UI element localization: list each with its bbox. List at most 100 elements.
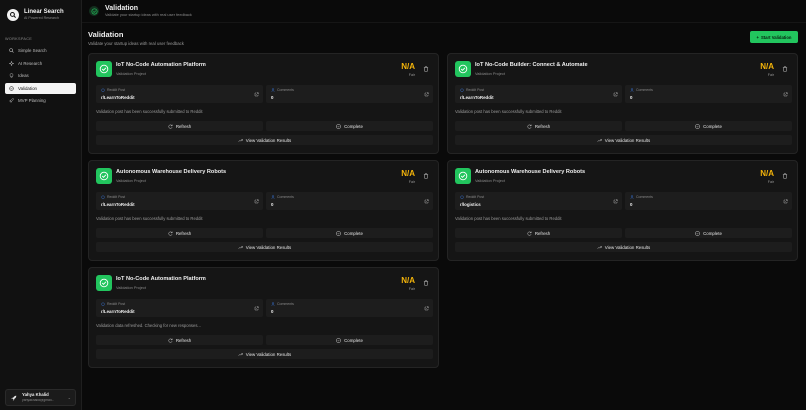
view-results-button[interactable]: View Validation Results [96,242,433,252]
reddit-post-panel: Reddit Post r/LearnToReddit [96,192,263,210]
complete-label: Complete [344,230,363,236]
complete-label: Complete [344,123,363,129]
complete-button[interactable]: Complete [266,121,433,131]
comments-label: Comments [277,195,294,199]
refresh-button[interactable]: Refresh [455,121,622,131]
validation-card: IoT No-Code Automation Platform Validati… [88,267,439,368]
score-rating: Fair [408,73,415,77]
reddit-subreddit: r/LearnToReddit [101,202,135,207]
comments-panel: Comments 0 [266,192,433,210]
comments-panel: Comments 0 [266,85,433,103]
external-link-icon[interactable] [254,199,259,204]
sidebar-item-label: Validation [18,85,37,91]
reddit-post-label: Reddit Post [466,88,485,92]
view-results-button[interactable]: View Validation Results [455,135,792,145]
users-icon [271,302,275,306]
chevron-up-down-icon: ⌄ [67,395,71,400]
validation-card: Autonomous Warehouse Delivery Robots Val… [447,160,798,261]
reddit-icon [101,302,105,306]
sidebar-item-simple-search[interactable]: Simple Search [5,45,76,56]
start-validation-button[interactable]: + Start Validation [750,31,798,43]
view-results-button[interactable]: View Validation Results [96,349,433,359]
logo-icon [7,9,19,21]
users-icon [271,195,275,199]
comments-label: Comments [277,88,294,92]
score-value: N/A [401,276,415,285]
brand[interactable]: Linear Search AI Powered Research [0,0,81,29]
page-header: Validation Validate your startup ideas w… [88,30,184,46]
view-results-button[interactable]: View Validation Results [455,242,792,252]
sidebar-item-mvp-planning[interactable]: MVP Planning [5,95,76,106]
sidebar-item-label: AI Research [18,60,43,66]
view-results-button[interactable]: View Validation Results [96,135,433,145]
refresh-icon [168,124,173,129]
comments-label: Comments [636,195,653,199]
reddit-subreddit: r/LearnToReddit [460,95,494,100]
reddit-icon [101,195,105,199]
comments-label: Comments [636,88,653,92]
external-link-icon[interactable] [254,306,259,311]
validation-card: IoT No-Code Builder: Connect & Automate … [447,53,798,154]
trending-up-icon [238,352,243,356]
refresh-label: Refresh [534,123,551,129]
trash-icon[interactable] [780,171,789,180]
comments-count: 0 [271,95,274,100]
status-message: Validation post has been successfully su… [455,109,562,114]
reddit-post-label: Reddit Post [466,195,485,199]
status-message: Validation post has been successfully su… [96,109,203,114]
check-circle-icon [96,275,112,291]
validation-card: IoT No-Code Automation Platform Validati… [88,53,439,154]
sidebar: Linear Search AI Powered Research WORKSP… [0,0,82,410]
external-link-icon[interactable] [424,199,429,204]
trash-icon[interactable] [421,278,430,287]
workspace-label: WORKSPACE [5,37,33,41]
trash-icon[interactable] [421,171,430,180]
status-message: Validation post has been successfully su… [455,216,562,221]
refresh-button[interactable]: Refresh [96,121,263,131]
card-subtitle: Validation Project [116,285,146,290]
search-icon [9,48,14,53]
external-link-icon[interactable] [613,199,618,204]
reddit-post-panel: Reddit Post r/logistics [455,192,622,210]
complete-button[interactable]: Complete [625,121,792,131]
plus-icon: + [756,34,759,40]
external-link-icon[interactable] [424,92,429,97]
reddit-subreddit: r/LearnToReddit [101,309,135,314]
complete-button[interactable]: Complete [266,228,433,238]
complete-button[interactable]: Complete [266,335,433,345]
users-icon [630,195,634,199]
reddit-post-panel: Reddit Post r/LearnToReddit [96,299,263,317]
view-results-label: View Validation Results [245,351,292,357]
status-message: Validation post has been successfully su… [96,216,203,221]
user-menu[interactable]: Yahya Khalid yahyakhalid@gmail... ⌄ [5,389,76,406]
check-square-icon [695,231,700,235]
lightbulb-icon [9,73,14,78]
external-link-icon[interactable] [613,92,618,97]
page-title: Validation [88,30,124,39]
sidebar-item-ideas[interactable]: Ideas [5,70,76,81]
external-link-icon[interactable] [424,306,429,311]
refresh-button[interactable]: Refresh [96,228,263,238]
score-value: N/A [401,169,415,178]
card-title: IoT No-Code Automation Platform [116,62,206,68]
refresh-button[interactable]: Refresh [455,228,622,238]
rocket-icon [9,98,14,104]
validation-card: Autonomous Warehouse Delivery Robots Val… [88,160,439,261]
score-value: N/A [760,169,774,178]
external-link-icon[interactable] [783,92,788,97]
complete-button[interactable]: Complete [625,228,792,238]
check-circle-icon [455,61,471,77]
refresh-button[interactable]: Refresh [96,335,263,345]
sidebar-item-ai-research[interactable]: AI Research [5,58,76,69]
sidebar-item-validation[interactable]: Validation [5,82,76,94]
trash-icon[interactable] [780,64,789,73]
page-subtitle: Validate your startup ideas with real us… [88,41,184,46]
reddit-post-label: Reddit Post [107,195,126,199]
external-link-icon[interactable] [254,92,259,97]
trash-icon[interactable] [421,64,430,73]
comments-panel: Comments 0 [625,192,792,210]
score-value: N/A [401,62,415,71]
check-circle-icon [96,61,112,77]
comments-count: 0 [271,309,274,314]
external-link-icon[interactable] [783,199,788,204]
